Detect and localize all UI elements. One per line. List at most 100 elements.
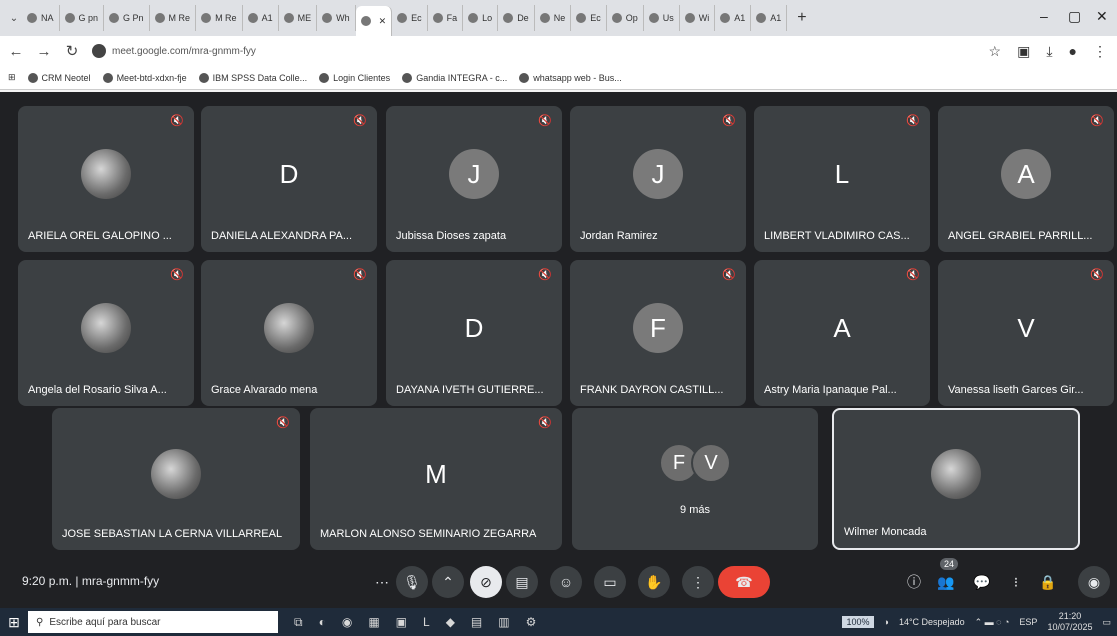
app-icon[interactable]: ◆: [446, 615, 455, 630]
close-icon[interactable]: ✕: [1096, 8, 1108, 25]
browser-tab[interactable]: Lo: [463, 5, 499, 31]
bookmark-label: whatsapp web - Bus...: [533, 72, 622, 83]
tab-label: M Re: [215, 13, 237, 23]
meet-controls-bar: 9:20 p.m. | mra-gnmm-fyy ⋯ 🎙 ⌃ ⊘ ▤ ☺ ▭ ✋…: [0, 556, 1117, 608]
participant-tile[interactable]: 🔇 JOSE SEBASTIAN LA CERNA VILLARREAL: [52, 408, 300, 550]
back-icon[interactable]: ←: [8, 43, 24, 60]
browser-tab[interactable]: Wh: [317, 5, 356, 31]
browser-tab[interactable]: G Pn: [104, 5, 150, 31]
app-icon[interactable]: ◐: [319, 615, 326, 630]
maximize-icon[interactable]: ▢: [1068, 8, 1081, 25]
browser-tab[interactable]: ME: [279, 5, 318, 31]
browser-tab[interactable]: Ec: [392, 5, 428, 31]
camera-off-icon[interactable]: ⊘: [470, 566, 502, 598]
browser-tab[interactable]: Ec: [571, 5, 607, 31]
browser-tab[interactable]: Ne: [535, 5, 572, 31]
settings-icon[interactable]: ⚙: [526, 615, 537, 630]
tab-favicon-icon: [648, 13, 659, 23]
extensions-icon[interactable]: ▣: [1017, 43, 1030, 60]
info-icon[interactable]: ⓘ: [898, 566, 930, 598]
bookmark-star-icon[interactable]: ☆: [989, 43, 1002, 60]
url-field[interactable]: meet.google.com/mra-gnmm-fyy: [92, 44, 256, 58]
browser-tab[interactable]: A1: [751, 5, 788, 31]
clock[interactable]: 21:20 10/07/2025: [1047, 611, 1092, 633]
input-language[interactable]: ESP: [1019, 617, 1037, 627]
browser-tab[interactable]: M Re: [150, 5, 197, 31]
chevron-up-icon[interactable]: ⌃: [432, 566, 464, 598]
participant-tile[interactable]: J 🔇 Jubissa Dioses zapata: [386, 106, 562, 252]
browser-tab[interactable]: Us: [644, 5, 680, 31]
apps-icon[interactable]: ⊞: [8, 72, 16, 83]
profile-icon[interactable]: ◉: [1078, 566, 1110, 598]
close-tab-icon[interactable]: ✕: [379, 16, 387, 27]
participant-tile[interactable]: F 🔇 FRANK DAYRON CASTILL...: [570, 260, 746, 406]
bookmark-item[interactable]: Meet-btd-xdxn-fje: [102, 72, 187, 83]
browser-tab[interactable]: A1: [715, 5, 752, 31]
participant-tile[interactable]: L 🔇 LIMBERT VLADIMIRO CAS...: [754, 106, 930, 252]
bookmark-item[interactable]: CRM Neotel: [27, 72, 91, 83]
activities-icon[interactable]: ⁝: [1000, 566, 1032, 598]
more-participants-tile[interactable]: FV 9 más: [572, 408, 818, 550]
participant-tile[interactable]: M 🔇 MARLON ALONSO SEMINARIO ZEGARRA: [310, 408, 562, 550]
participant-tile[interactable]: A 🔇 Astry Maria Ipanaque Pal...: [754, 260, 930, 406]
meeting-info-separator: |: [75, 574, 79, 588]
bookmark-item[interactable]: Gandia INTEGRA - c...: [402, 72, 507, 83]
browser-tab[interactable]: A1: [243, 5, 279, 31]
address-bar-actions: ☆ ▣ ⤓ ● ⋮: [989, 43, 1107, 60]
task-view-icon[interactable]: ⧉: [294, 615, 303, 630]
app-icon[interactable]: ▤: [471, 615, 482, 630]
browser-tab[interactable]: Fa: [428, 5, 464, 31]
host-controls-icon[interactable]: 🔒: [1032, 566, 1064, 598]
minimize-icon[interactable]: –: [1040, 8, 1048, 24]
participant-tile[interactable]: V 🔇 Vanessa liseth Garces Gir...: [938, 260, 1114, 406]
forward-icon[interactable]: →: [36, 43, 52, 60]
emoji-icon[interactable]: ☺: [550, 566, 582, 598]
participant-name: Vanessa liseth Garces Gir...: [948, 384, 1084, 396]
captions-icon[interactable]: ▤: [506, 566, 538, 598]
browser-tab[interactable]: Wi: [680, 5, 716, 31]
reload-icon[interactable]: ↻: [64, 42, 80, 60]
end-call-icon[interactable]: ☎: [718, 566, 770, 598]
browser-tab[interactable]: M Re: [196, 5, 243, 31]
browser-tab[interactable]: NA: [22, 5, 60, 31]
people-icon[interactable]: 👥 24: [930, 558, 962, 598]
participant-tile[interactable]: D 🔇 DAYANA IVETH GUTIERRE...: [386, 260, 562, 406]
bookmark-item[interactable]: Login Clientes: [319, 72, 391, 83]
participant-tile[interactable]: A 🔇 ANGEL GRABIEL PARRILL...: [938, 106, 1114, 252]
chrome-icon[interactable]: ◉: [342, 615, 352, 630]
browser-tab[interactable]: G pn: [60, 5, 105, 31]
browser-menu-icon[interactable]: ⋮: [1093, 43, 1107, 60]
participant-tile[interactable]: J 🔇 Jordan Ramirez: [570, 106, 746, 252]
chat-icon[interactable]: 💬: [966, 566, 998, 598]
bookmark-label: Login Clientes: [333, 72, 391, 83]
app-icon[interactable]: ▥: [498, 615, 509, 630]
participant-tile[interactable]: D 🔇 DANIELA ALEXANDRA PA...: [201, 106, 377, 252]
present-icon[interactable]: ▭: [594, 566, 626, 598]
browser-tab[interactable]: ✕: [355, 6, 393, 36]
participant-tile[interactable]: 🔇 Grace Alvarado mena: [201, 260, 377, 406]
app-icon[interactable]: ▦: [368, 615, 379, 630]
participant-tile[interactable]: 🔇 Angela del Rosario Silva A...: [18, 260, 194, 406]
weather-text[interactable]: 14°C Despejado: [899, 617, 965, 627]
new-tab-icon[interactable]: +: [787, 9, 816, 27]
browser-tab[interactable]: Op: [607, 5, 644, 31]
tray-icons[interactable]: ⌃ ▬ ◌ ◔: [975, 617, 1010, 628]
download-icon[interactable]: ⤓: [1046, 43, 1052, 60]
more-vert-icon[interactable]: ⋮: [682, 566, 714, 598]
site-info-icon[interactable]: [92, 44, 106, 58]
notifications-icon[interactable]: ▭: [1102, 617, 1111, 628]
participant-tile[interactable]: 🔇 ARIELA OREL GALOPINO ...: [18, 106, 194, 252]
taskbar-search[interactable]: ⚲ Escribe aquí para buscar: [28, 611, 278, 633]
bookmark-item[interactable]: IBM SPSS Data Colle...: [198, 72, 307, 83]
more-options-icon[interactable]: ⋯: [366, 566, 398, 598]
app-icon[interactable]: ▣: [396, 615, 407, 630]
mic-icon[interactable]: 🎙: [396, 566, 428, 598]
windows-start-icon[interactable]: ⊞: [0, 608, 28, 636]
bookmark-item[interactable]: whatsapp web - Bus...: [519, 72, 622, 83]
profile-icon[interactable]: ●: [1069, 43, 1077, 60]
tab-search-icon[interactable]: ⌄: [6, 13, 22, 24]
app-icon[interactable]: L: [423, 615, 430, 630]
raise-hand-icon[interactable]: ✋: [638, 566, 670, 598]
participant-tile[interactable]: Wilmer Moncada: [832, 408, 1080, 550]
browser-tab[interactable]: De: [498, 5, 535, 31]
